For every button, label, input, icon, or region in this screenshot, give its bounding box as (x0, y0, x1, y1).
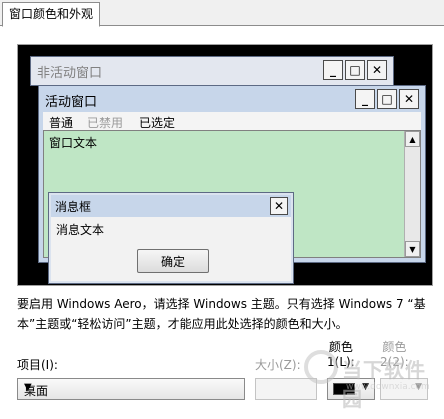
menu-item-disabled[interactable]: 已禁用 (87, 114, 123, 131)
scroll-up-arrow-icon: ▲ (405, 131, 420, 147)
aero-description: 要启用 Windows Aero，请选择 Windows 主题。只有选择 Win… (17, 297, 426, 331)
size-label: 大小(Z): (255, 358, 301, 372)
item-label: 项目(I): (17, 358, 58, 372)
item-select[interactable]: 桌面 ▼ (17, 378, 245, 400)
chevron-down-icon: ▼ (362, 382, 369, 392)
close-icon: ✕ (270, 197, 288, 215)
vertical-scrollbar[interactable]: ▲ ▼ (404, 131, 420, 257)
menu-item-selected[interactable]: 已选定 (139, 114, 175, 131)
inactive-window-titlebar: 非活动窗口 _ □ ✕ (31, 57, 393, 83)
color1-label-top: 颜色 (328, 340, 353, 354)
message-box-title: 消息框 (55, 200, 92, 214)
message-box-titlebar: 消息框 ✕ (51, 195, 291, 217)
chevron-down-icon: ▼ (24, 382, 32, 393)
color2-label-top: 颜色 (382, 340, 407, 354)
color1-label-bottom: 1(L): (327, 355, 355, 369)
scroll-down-arrow-icon: ▼ (405, 241, 420, 257)
close-icon: ✕ (399, 89, 419, 109)
message-text: 消息文本 (56, 223, 105, 237)
chevron-down-icon: ▼ (415, 382, 422, 392)
close-icon: ✕ (367, 60, 387, 80)
tab-strip: 窗口颜色和外观 (0, 0, 444, 27)
color2-label-bottom: 2(2): (380, 355, 409, 369)
color1-swatch (333, 383, 355, 395)
message-box-body: 消息文本 确定 (51, 217, 291, 281)
tab-window-color-appearance[interactable]: 窗口颜色和外观 (2, 2, 101, 27)
maximize-icon: □ (377, 89, 397, 109)
maximize-icon: □ (345, 60, 365, 80)
minimize-icon: _ (323, 60, 343, 80)
inactive-window-title: 非活动窗口 (37, 66, 103, 81)
menu-item-normal[interactable]: 普通 (49, 114, 73, 131)
color1-label: 颜色 1(L): (327, 340, 355, 370)
preview-message-box[interactable]: 消息框 ✕ 消息文本 确定 (48, 192, 294, 284)
size-field[interactable] (255, 378, 317, 400)
ok-button[interactable]: 确定 (137, 249, 209, 273)
window-text: 窗口文本 (49, 136, 98, 150)
active-window-menubar: 普通 已禁用 已选定 (43, 112, 421, 130)
preview-inactive-window[interactable]: 非活动窗口 _ □ ✕ (30, 56, 394, 86)
color2-label: 颜色 2(2): (380, 340, 409, 370)
color1-picker[interactable]: ▼ (327, 378, 375, 400)
active-window-titlebar: 活动窗口 _ □ ✕ (39, 86, 425, 112)
active-window-title: 活动窗口 (45, 95, 98, 110)
color2-picker[interactable]: ▼ (380, 378, 428, 400)
minimize-icon: _ (355, 89, 375, 109)
